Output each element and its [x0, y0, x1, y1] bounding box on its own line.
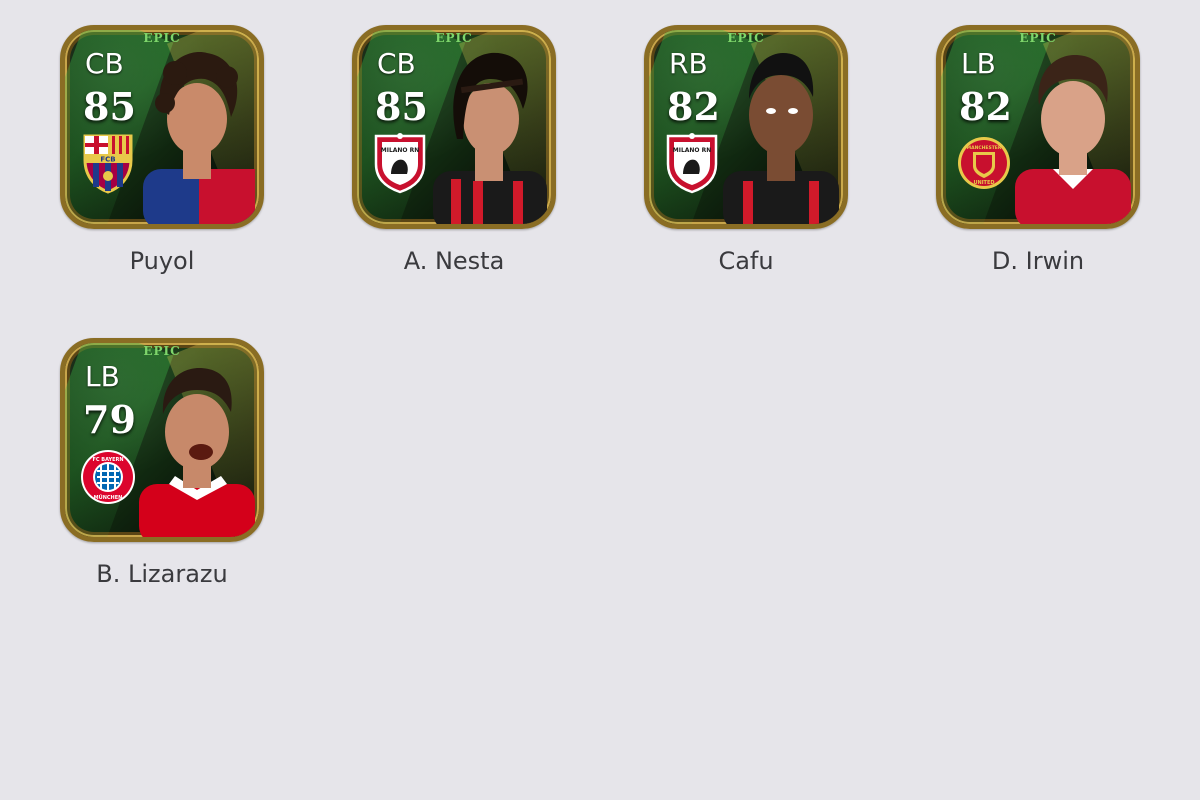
- svg-text:FC BAYERN: FC BAYERN: [92, 457, 123, 463]
- rating-value: 85: [375, 84, 428, 129]
- rating-value: 85: [83, 84, 136, 129]
- player-card-image: EPIC CB 85 FCB: [60, 25, 264, 229]
- player-name: B. Lizarazu: [96, 560, 228, 588]
- svg-text:MANCHESTER: MANCHESTER: [967, 145, 1002, 151]
- svg-text:FCB: FCB: [100, 156, 115, 164]
- player-portrait: [1011, 39, 1131, 224]
- player-card-image: EPIC LB 82 MANCHESTER UNITED: [936, 25, 1140, 229]
- tier-label: EPIC: [1019, 31, 1057, 45]
- position-label: RB: [669, 47, 708, 80]
- manchester-united-crest-icon: MANCHESTER UNITED: [955, 130, 1013, 194]
- position-label: CB: [377, 47, 416, 80]
- fc-barcelona-crest-icon: FCB: [79, 130, 137, 194]
- milano-crest-icon: MILANO RN: [371, 130, 429, 194]
- svg-text:MILANO RN: MILANO RN: [381, 147, 420, 154]
- player-card-image: EPIC RB 82 MILANO RN: [644, 25, 848, 229]
- player-portrait: [427, 39, 547, 224]
- rating-value: 79: [83, 397, 136, 442]
- tier-label: EPIC: [143, 344, 181, 358]
- player-card-d-irwin[interactable]: EPIC LB 82 MANCHESTER UNITED D. Irwin: [936, 25, 1140, 285]
- player-grid: EPIC CB 85 FCB Puyol EPIC CB 85 MILANO R…: [0, 0, 1200, 800]
- tier-label: EPIC: [143, 31, 181, 45]
- player-card-image: EPIC CB 85 MILANO RN: [352, 25, 556, 229]
- player-name: D. Irwin: [991, 247, 1085, 275]
- portrait-icon: [143, 52, 255, 224]
- position-label: CB: [85, 47, 124, 80]
- rating-value: 82: [959, 84, 1012, 129]
- player-name: Puyol: [129, 247, 195, 275]
- player-card-cafu[interactable]: EPIC RB 82 MILANO RN Cafu: [644, 25, 848, 285]
- portrait-icon: [433, 52, 547, 224]
- player-portrait: [719, 39, 839, 224]
- player-card-puyol[interactable]: EPIC CB 85 FCB Puyol: [60, 25, 264, 285]
- svg-text:UNITED: UNITED: [973, 180, 994, 186]
- fc-bayern-crest-icon: FC BAYERN MÜNCHEN: [79, 443, 137, 507]
- position-label: LB: [961, 47, 996, 80]
- svg-text:MILANO RN: MILANO RN: [673, 147, 712, 154]
- player-name: Cafu: [718, 247, 774, 275]
- portrait-icon: [139, 368, 255, 537]
- rating-value: 82: [667, 84, 720, 129]
- portrait-icon: [723, 53, 839, 224]
- player-card-b-lizarazu[interactable]: EPIC LB 79 FC BAYERN MÜNCHEN B. Lizarazu: [60, 338, 264, 598]
- player-card-image: EPIC LB 79 FC BAYERN MÜNCHEN: [60, 338, 264, 542]
- svg-text:MÜNCHEN: MÜNCHEN: [94, 494, 123, 501]
- tier-label: EPIC: [727, 31, 765, 45]
- player-portrait: [135, 352, 255, 537]
- portrait-icon: [1015, 55, 1131, 224]
- player-name: A. Nesta: [403, 247, 505, 275]
- position-label: LB: [85, 360, 120, 393]
- milano-crest-icon: MILANO RN: [663, 130, 721, 194]
- player-card-a-nesta[interactable]: EPIC CB 85 MILANO RN A. Nesta: [352, 25, 556, 285]
- tier-label: EPIC: [435, 31, 473, 45]
- player-portrait: [135, 39, 255, 224]
